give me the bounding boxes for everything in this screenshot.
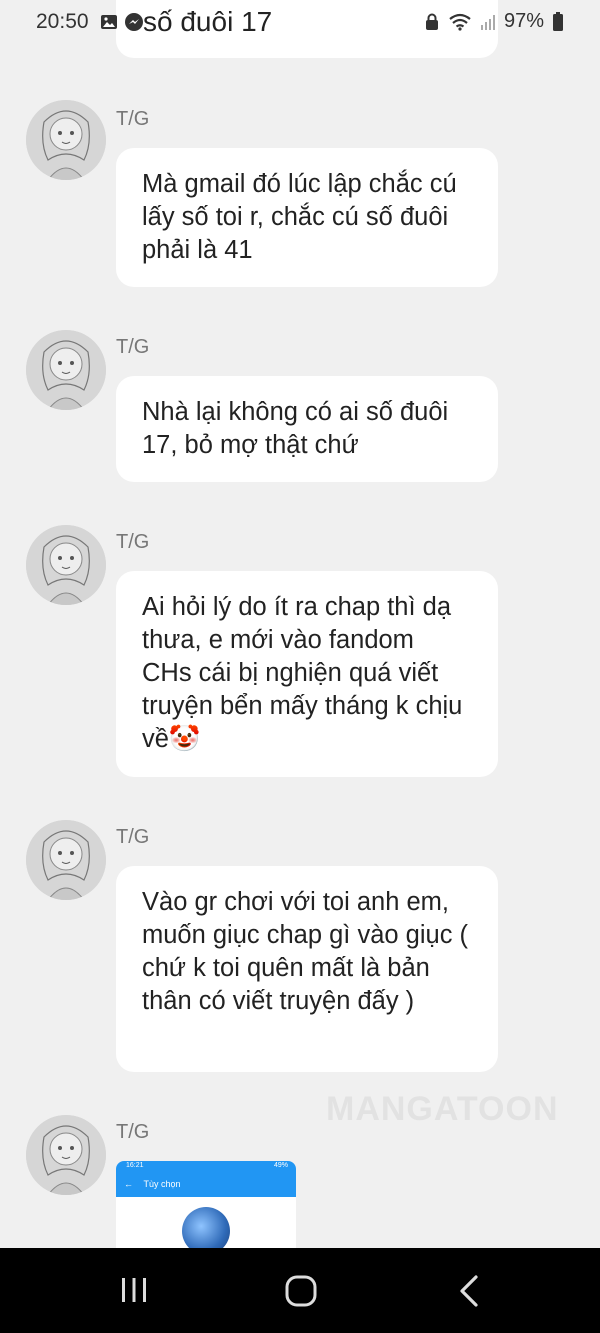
- image-header: ← Tùy chọn: [116, 1171, 296, 1197]
- avatar[interactable]: [26, 100, 106, 180]
- status-time: 20:50: [36, 10, 89, 33]
- avatar[interactable]: [26, 820, 106, 900]
- avatar[interactable]: [26, 330, 106, 410]
- battery-icon: [553, 11, 563, 31]
- image-attachment[interactable]: 16:21 49% ← Tùy chọn: [116, 1161, 296, 1251]
- image-status-time: 16:21: [126, 1162, 144, 1169]
- image-icon: [101, 15, 117, 29]
- message-bubble[interactable]: Vào gr chơi với toi anh em, muốn giục ch…: [116, 866, 498, 1072]
- lock-icon: [425, 13, 438, 30]
- messenger-icon: [125, 13, 143, 31]
- recents-icon[interactable]: [118, 1274, 150, 1306]
- sender-name: T/G: [116, 826, 150, 848]
- message-bubble[interactable]: Mà gmail đó lúc lập chắc cú lấy số toi r…: [116, 148, 498, 287]
- system-status: 97%: [424, 10, 564, 33]
- sender-name: T/G: [116, 108, 150, 130]
- watermark: MANGATOON: [326, 1090, 559, 1128]
- back-icon[interactable]: [456, 1274, 482, 1308]
- avatar[interactable]: [26, 1115, 106, 1195]
- image-status-bar: 16:21 49%: [116, 1161, 296, 1171]
- image-header-title: Tùy chọn: [143, 1179, 181, 1189]
- status-bar: 20:50 97%: [0, 0, 600, 46]
- image-profile-avatar: [182, 1207, 230, 1251]
- previous-message-text: số đuôi 17: [143, 6, 273, 37]
- avatar[interactable]: [26, 525, 106, 605]
- navigation-bar: [0, 1248, 600, 1333]
- home-icon[interactable]: [284, 1274, 318, 1308]
- signal-icon: [480, 14, 495, 30]
- wifi-icon: [449, 13, 471, 31]
- message-bubble[interactable]: Nhà lại không có ai số đuôi 17, bỏ mợ th…: [116, 376, 498, 482]
- sender-name: T/G: [116, 336, 150, 358]
- message-bubble[interactable]: Ai hỏi lý do ít ra chap thì dạ thưa, e m…: [116, 571, 498, 777]
- notification-icons: [100, 12, 144, 32]
- sender-name: T/G: [116, 531, 150, 553]
- sender-name: T/G: [116, 1121, 150, 1143]
- image-status-battery: 49%: [273, 1162, 288, 1169]
- back-arrow-icon: ←: [124, 1179, 133, 1189]
- battery-percent: 97%: [503, 10, 544, 32]
